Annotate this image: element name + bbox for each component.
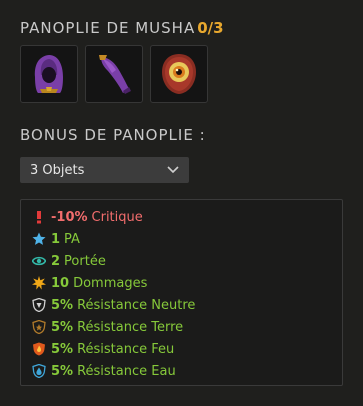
bonus-line-res-eau: 5% Résistance Eau xyxy=(32,360,342,382)
bonus-label: Résistance Feu xyxy=(77,341,175,357)
purple-hood-icon xyxy=(34,55,63,93)
neutral-shield-icon xyxy=(32,298,46,312)
water-shield-icon xyxy=(32,364,46,378)
bonus-value: 2 xyxy=(51,253,61,269)
bonus-value: 5% xyxy=(51,297,74,313)
eye-icon xyxy=(32,254,46,268)
bonus-value: 5% xyxy=(51,363,74,379)
bonus-value: 10 xyxy=(51,275,70,291)
bonus-value: 5% xyxy=(51,341,74,357)
damage-burst-icon xyxy=(32,276,46,290)
eye-shield-icon xyxy=(162,54,196,94)
item-slot-shield[interactable] xyxy=(150,45,208,103)
bonus-objects-select[interactable]: 3 Objets xyxy=(20,157,189,183)
bonus-label: Résistance Eau xyxy=(77,363,176,379)
bonus-label: Portée xyxy=(64,253,106,269)
critical-icon xyxy=(32,210,46,224)
bonus-line-res-neutre: 5% Résistance Neutre xyxy=(32,294,342,316)
bonus-list: -10% Critique 1 PA 2 Portée 10 Dommages … xyxy=(20,199,343,386)
bonus-value: 5% xyxy=(51,319,74,335)
chevron-down-icon xyxy=(167,166,179,174)
earth-shield-icon xyxy=(32,320,46,334)
panoplie-count: 0/3 xyxy=(197,19,224,37)
bonus-label: Critique xyxy=(91,209,143,225)
bonus-line-res-feu: 5% Résistance Feu xyxy=(32,338,342,360)
panoplie-title: PANOPLIE DE MUSHA xyxy=(20,19,196,37)
bonus-value: -10% xyxy=(51,209,88,225)
star-icon xyxy=(32,232,46,246)
item-slot-hood[interactable] xyxy=(20,45,78,103)
purple-cape-icon xyxy=(99,55,131,94)
panoplie-items xyxy=(20,45,208,103)
bonus-line-pa: 1 PA xyxy=(32,228,342,250)
bonus-label: Résistance Neutre xyxy=(77,297,196,313)
bonus-value: 1 xyxy=(51,231,61,247)
fire-shield-icon xyxy=(32,342,46,356)
bonus-line-portee: 2 Portée xyxy=(32,250,342,272)
bonus-line-critique: -10% Critique xyxy=(32,206,342,228)
bonus-line-dommages: 10 Dommages xyxy=(32,272,342,294)
bonus-label: PA xyxy=(64,231,80,247)
panoplie-header: PANOPLIE DE MUSHA 0/3 xyxy=(20,19,224,37)
item-slot-cape[interactable] xyxy=(85,45,143,103)
bonus-label: Résistance Terre xyxy=(77,319,184,335)
bonus-line-res-terre: 5% Résistance Terre xyxy=(32,316,342,338)
bonus-title: BONUS DE PANOPLIE : xyxy=(20,126,206,144)
bonus-objects-select-value: 3 Objets xyxy=(30,162,85,178)
bonus-label: Dommages xyxy=(73,275,148,291)
